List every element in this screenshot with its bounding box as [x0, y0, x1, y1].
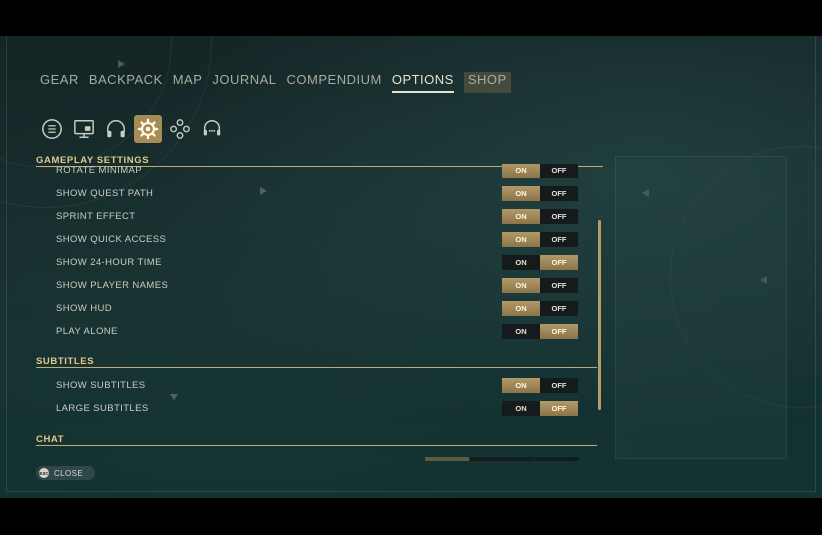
section-header-chat: CHAT — [36, 434, 65, 445]
tab-map[interactable]: MAP — [173, 72, 203, 93]
toggle-off[interactable]: OFF — [540, 277, 578, 293]
description-panel — [615, 156, 787, 459]
setting-row-show-player-names[interactable]: SHOW PLAYER NAMES ON OFF — [56, 277, 578, 293]
category-display[interactable] — [70, 115, 98, 143]
tab-gear[interactable]: GEAR — [40, 72, 79, 93]
toggle-on[interactable]: ON — [502, 164, 540, 178]
close-button[interactable]: ESC CLOSE — [36, 466, 95, 480]
tab-backpack[interactable]: BACKPACK — [89, 72, 163, 93]
toggle-off[interactable]: OFF — [540, 185, 578, 201]
settings-scrollbar[interactable] — [598, 220, 601, 410]
setting-label: LARGE SUBTITLES — [56, 402, 149, 414]
setting-row-play-alone[interactable]: PLAY ALONE ON OFF — [56, 323, 578, 339]
setting-row-show-subtitles[interactable]: SHOW SUBTITLES ON OFF — [56, 377, 578, 393]
section-divider — [36, 445, 597, 446]
setting-label: ROTATE MINIMAP — [56, 164, 142, 176]
category-general[interactable] — [38, 115, 66, 143]
setting-row-show-24-hour-time[interactable]: SHOW 24-HOUR TIME ON OFF — [56, 254, 578, 270]
setting-row-rotate-minimap[interactable]: ROTATE MINIMAP ON OFF — [56, 164, 578, 178]
toggle-on[interactable]: ON — [502, 277, 540, 293]
chat-row-peek — [425, 457, 469, 461]
category-gameplay[interactable] — [134, 115, 162, 143]
toggle-on[interactable]: ON — [502, 231, 540, 247]
toggle-switch[interactable]: ON OFF — [502, 254, 578, 270]
toggle-off[interactable]: OFF — [540, 254, 578, 270]
headphones-icon — [107, 120, 125, 138]
list-icon — [42, 119, 62, 139]
toggle-off[interactable]: OFF — [540, 377, 578, 393]
setting-label: SHOW QUICK ACCESS — [56, 233, 167, 245]
chat-row-peek — [470, 457, 534, 461]
toggle-on[interactable]: ON — [502, 185, 540, 201]
toggle-switch[interactable]: ON OFF — [502, 323, 578, 339]
category-audio[interactable] — [102, 115, 130, 143]
frame-border — [815, 36, 816, 491]
tab-options[interactable]: OPTIONS — [391, 72, 454, 93]
category-social[interactable] — [198, 115, 226, 143]
toggle-switch[interactable]: ON OFF — [502, 400, 578, 416]
category-controls[interactable] — [166, 115, 194, 143]
setting-label: PLAY ALONE — [56, 325, 118, 337]
toggle-switch[interactable]: ON OFF — [502, 300, 578, 316]
setting-row-show-quick-access[interactable]: SHOW QUICK ACCESS ON OFF — [56, 231, 578, 247]
toggle-switch[interactable]: ON OFF — [502, 377, 578, 393]
toggle-off[interactable]: OFF — [540, 323, 578, 339]
tab-compendium[interactable]: COMPENDIUM — [287, 72, 382, 93]
toggle-switch[interactable]: ON OFF — [502, 277, 578, 293]
setting-row-large-subtitles[interactable]: LARGE SUBTITLES ON OFF — [56, 400, 578, 416]
setting-row-sprint-effect[interactable]: SPRINT EFFECT ON OFF — [56, 208, 578, 224]
toggle-off[interactable]: OFF — [540, 208, 578, 224]
toggle-switch[interactable]: ON OFF — [502, 208, 578, 224]
options-category-bar — [38, 115, 226, 143]
toggle-switch[interactable]: ON OFF — [502, 164, 578, 178]
toggle-on[interactable]: ON — [502, 377, 540, 393]
close-label: CLOSE — [54, 468, 84, 478]
toggle-switch[interactable]: ON OFF — [502, 185, 578, 201]
triangle-marker — [118, 60, 125, 68]
setting-label: SHOW QUEST PATH — [56, 187, 154, 199]
section-divider — [36, 367, 597, 368]
gear-icon — [137, 118, 159, 140]
setting-label: SHOW PLAYER NAMES — [56, 279, 169, 291]
frame-border — [6, 491, 816, 492]
setting-label: SHOW 24-HOUR TIME — [56, 256, 162, 268]
toggle-on[interactable]: ON — [502, 254, 540, 270]
display-icon — [74, 120, 94, 138]
toggle-on[interactable]: ON — [502, 323, 540, 339]
setting-label: SHOW HUD — [56, 302, 112, 314]
tab-journal[interactable]: JOURNAL — [212, 72, 276, 93]
gamepad-icon — [170, 119, 190, 139]
chat-row-peek — [535, 457, 579, 461]
setting-row-show-hud[interactable]: SHOW HUD ON OFF — [56, 300, 578, 316]
scroll-clip: ROTATE MINIMAP ON OFF — [36, 164, 606, 184]
setting-label: SHOW SUBTITLES — [56, 379, 146, 391]
headset-chat-icon — [203, 120, 221, 136]
toggle-on[interactable]: ON — [502, 400, 540, 416]
top-nav: GEAR BACKPACK MAP JOURNAL COMPENDIUM OPT… — [40, 72, 521, 93]
setting-label: SPRINT EFFECT — [56, 210, 136, 222]
toggle-off[interactable]: OFF — [540, 300, 578, 316]
esc-key-icon: ESC — [39, 468, 49, 478]
section-header-subtitles: SUBTITLES — [36, 356, 95, 367]
frame-border — [6, 36, 7, 491]
toggle-switch[interactable]: ON OFF — [502, 231, 578, 247]
toggle-off[interactable]: OFF — [540, 400, 578, 416]
toggle-off[interactable]: OFF — [540, 231, 578, 247]
tab-shop[interactable]: SHOP — [463, 72, 511, 93]
setting-row-show-quest-path[interactable]: SHOW QUEST PATH ON OFF — [56, 185, 578, 201]
toggle-on[interactable]: ON — [502, 300, 540, 316]
toggle-off[interactable]: OFF — [540, 164, 578, 178]
toggle-on[interactable]: ON — [502, 208, 540, 224]
